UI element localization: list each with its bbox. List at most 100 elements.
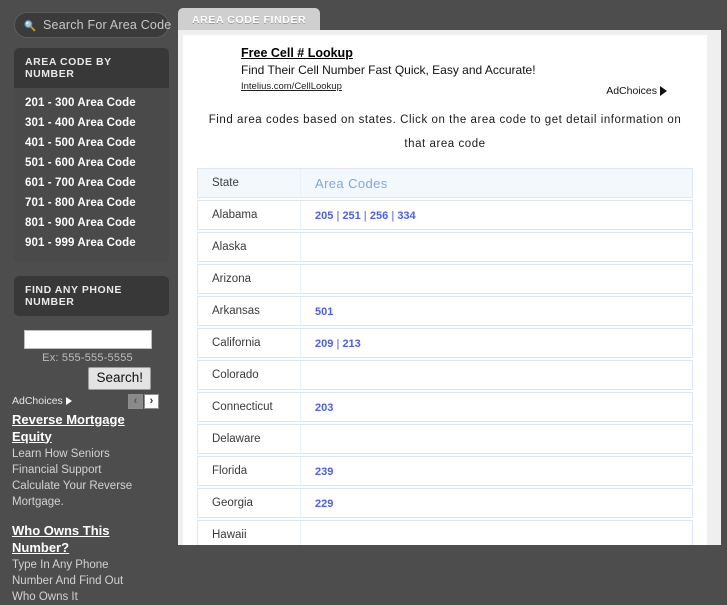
- sidebar-item-601-700[interactable]: 601 - 700 Area Code: [14, 173, 169, 193]
- sidebar-ad-controls: AdChoices ‹ ›: [8, 393, 167, 409]
- table-row: Delaware: [197, 424, 693, 454]
- cell-state: Connecticut: [197, 392, 301, 422]
- tab-strip: AREA CODE FINDER: [178, 8, 727, 31]
- adchoices-triangle-icon: [65, 397, 72, 406]
- area-code-link[interactable]: 256: [370, 210, 388, 222]
- main-ad-title[interactable]: Free Cell # Lookup: [241, 46, 353, 60]
- area-code-link[interactable]: 229: [315, 498, 333, 510]
- main-ad-url[interactable]: Intelius.com/CellLookup: [241, 81, 342, 92]
- area-code-link[interactable]: 209: [315, 338, 333, 350]
- cell-state: Alaska: [197, 232, 301, 262]
- sidebar-item-501-600[interactable]: 501 - 600 Area Code: [14, 153, 169, 173]
- intro-text: Find area codes based on states. Click o…: [208, 114, 682, 150]
- sidebar-item-201-300[interactable]: 201 - 300 Area Code: [14, 93, 169, 113]
- area-code-link[interactable]: 334: [397, 210, 415, 222]
- area-code-separator: |: [336, 210, 340, 222]
- next-ad-arrow-icon[interactable]: ›: [144, 393, 159, 409]
- area-code-link[interactable]: 501: [315, 306, 333, 318]
- sidebar-item-401-500[interactable]: 401 - 500 Area Code: [14, 133, 169, 153]
- content-frame: Free Cell # Lookup Find Their Cell Numbe…: [178, 30, 721, 545]
- cell-state: Arkansas: [197, 296, 301, 326]
- table-row: Hawaii: [197, 520, 693, 545]
- prev-ad-arrow-icon[interactable]: ‹: [128, 393, 143, 409]
- area-code-link[interactable]: 203: [315, 402, 333, 414]
- area-codes-table: State Area Codes Alabama 205 | 251 | 256 | 334 A…: [197, 166, 693, 545]
- adchoices-triangle-icon: [660, 86, 667, 96]
- area-code-link[interactable]: 251: [342, 210, 360, 222]
- area-code-panel-title: AREA CODE BY NUMBER: [14, 48, 169, 88]
- content-panel: Free Cell # Lookup Find Their Cell Numbe…: [183, 35, 707, 545]
- phone-search-form: Ex: 555-555-5555 Search!: [8, 316, 167, 390]
- table-row: Colorado: [197, 360, 693, 390]
- cell-area-codes: [301, 424, 693, 454]
- cell-area-codes: 203: [301, 392, 693, 422]
- area-code-separator: |: [363, 210, 367, 222]
- cell-state: Alabama: [197, 200, 301, 230]
- page-root: Search For Area Code AREA CODE BY NUMBER…: [0, 0, 727, 603]
- table-row: Alabama 205 | 251 | 256 | 334: [197, 200, 693, 230]
- area-code-separator: |: [336, 338, 340, 350]
- sidebar-ad-line: Number And Find Out: [12, 574, 124, 587]
- column-header-area-codes: Area Codes: [301, 168, 693, 198]
- sidebar-adchoices-link[interactable]: AdChoices: [12, 395, 72, 407]
- sidebar-ad-line: Mortgage.: [12, 495, 64, 508]
- sidebar-ad-title[interactable]: Reverse Mortgage Equity: [12, 411, 163, 445]
- search-input[interactable]: Search For Area Code: [14, 12, 172, 38]
- sidebar-adchoices-label: AdChoices: [12, 395, 63, 408]
- search-icon: [24, 19, 36, 31]
- sidebar-item-701-800[interactable]: 701 - 800 Area Code: [14, 193, 169, 213]
- cell-state: Delaware: [197, 424, 301, 454]
- table-row: Florida 239: [197, 456, 693, 486]
- area-code-link[interactable]: 239: [315, 466, 333, 478]
- phone-number-input[interactable]: [23, 330, 152, 349]
- cell-area-codes: [301, 264, 693, 294]
- sidebar-ad-line: Who Owns It: [12, 590, 78, 603]
- cell-area-codes: 205 | 251 | 256 | 334: [301, 200, 693, 230]
- area-code-link[interactable]: 205: [315, 210, 333, 222]
- phone-panel-title: FIND ANY PHONE NUMBER: [14, 276, 169, 316]
- area-code-nav-list: 201 - 300 Area Code 301 - 400 Area Code …: [14, 88, 169, 262]
- cell-state: Florida: [197, 456, 301, 486]
- sidebar-ad-line: Learn How Seniors: [12, 447, 110, 460]
- cell-area-codes: 239: [301, 456, 693, 486]
- sidebar: Search For Area Code AREA CODE BY NUMBER…: [0, 8, 175, 603]
- main-area: AREA CODE FINDER Free Cell # Lookup Find…: [178, 8, 727, 545]
- cell-area-codes: [301, 232, 693, 262]
- search-placeholder: Search For Area Code: [43, 18, 172, 32]
- phone-search-button[interactable]: Search!: [88, 367, 151, 390]
- area-code-by-number-panel: AREA CODE BY NUMBER 201 - 300 Area Code …: [14, 48, 169, 262]
- main-ad-block: Free Cell # Lookup Find Their Cell Numbe…: [197, 43, 693, 97]
- table-header-row: State Area Codes: [197, 168, 693, 198]
- cell-state: Colorado: [197, 360, 301, 390]
- main-adchoices-link[interactable]: AdChoices: [606, 85, 667, 97]
- cell-area-codes: [301, 360, 693, 390]
- sidebar-ad-line: Financial Support: [12, 463, 102, 476]
- cell-state: Hawaii: [197, 520, 301, 545]
- column-header-state: State: [197, 168, 301, 198]
- cell-area-codes: [301, 520, 693, 545]
- table-row: Georgia 229: [197, 488, 693, 518]
- sidebar-item-801-900[interactable]: 801 - 900 Area Code: [14, 213, 169, 233]
- table-row: Connecticut 203: [197, 392, 693, 422]
- cell-state: Arizona: [197, 264, 301, 294]
- table-row: Arkansas 501: [197, 296, 693, 326]
- area-code-separator: |: [391, 210, 395, 222]
- phone-input-hint: Ex: 555-555-5555: [42, 352, 133, 364]
- sidebar-ad-line: Type In Any Phone: [12, 558, 109, 571]
- cell-state: Georgia: [197, 488, 301, 518]
- table-row: Alaska: [197, 232, 693, 262]
- area-code-link[interactable]: 213: [342, 338, 360, 350]
- sidebar-ad-line: Calculate Your Reverse: [12, 479, 133, 492]
- sidebar-item-301-400[interactable]: 301 - 400 Area Code: [14, 113, 169, 133]
- table-row: California 209 | 213: [197, 328, 693, 358]
- sidebar-item-901-999[interactable]: 901 - 999 Area Code: [14, 233, 169, 253]
- cell-area-codes: 209 | 213: [301, 328, 693, 358]
- sidebar-ad-who-owns-this-number: Who Owns This Number? Type In Any Phone …: [8, 520, 167, 605]
- main-adchoices-label: AdChoices: [606, 85, 657, 97]
- area-codes-table-body: State Area Codes Alabama 205 | 251 | 256 | 334 A…: [197, 168, 693, 545]
- tab-area-code-finder[interactable]: AREA CODE FINDER: [178, 8, 321, 31]
- sidebar-ad-title[interactable]: Who Owns This Number?: [12, 522, 163, 556]
- main-ad-description: Find Their Cell Number Fast Quick, Easy …: [241, 63, 536, 77]
- cell-state: California: [197, 328, 301, 358]
- sidebar-ad-pager: ‹ ›: [128, 393, 159, 409]
